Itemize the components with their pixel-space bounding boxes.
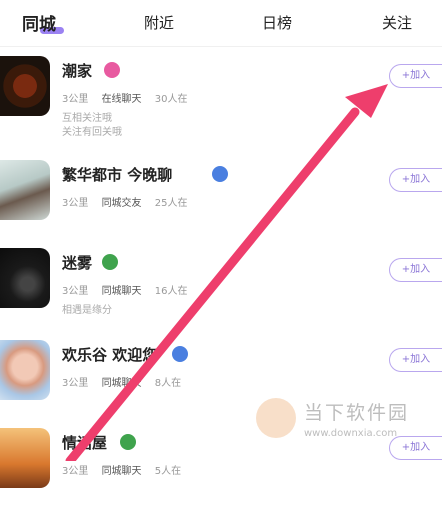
tab-tongcheng[interactable]: 同城 bbox=[22, 10, 56, 35]
group-tag: 同城聊天 bbox=[101, 286, 142, 297]
level-badge-icon bbox=[104, 62, 120, 78]
tab-follow[interactable]: 关注 bbox=[382, 12, 412, 33]
group-meta: 3公里 同城聊天 8人在 bbox=[62, 374, 181, 389]
tab-divider bbox=[0, 46, 442, 47]
avatar bbox=[0, 160, 50, 220]
group-meta: 3公里 同城聊天 5人在 bbox=[62, 462, 181, 477]
avatar bbox=[0, 248, 50, 308]
downxia-logo-icon bbox=[256, 398, 296, 438]
distance-text: 3公里 bbox=[62, 466, 89, 477]
group-name: 潮家 bbox=[62, 62, 93, 80]
group-list-item[interactable]: 迷雾 3公里 同城聊天 16人在 相遇是缘分 +加入 bbox=[0, 248, 442, 344]
avatar bbox=[0, 340, 50, 400]
member-count: 30人在 bbox=[154, 94, 188, 105]
group-tag: 同城聊天 bbox=[101, 466, 142, 477]
group-list-item[interactable]: 繁华都市 今晚聊 3公里 同城交友 25人在 +加入 bbox=[0, 160, 442, 256]
distance-text: 3公里 bbox=[62, 94, 89, 105]
top-tab-bar: 同城 附近 日榜 关注 bbox=[0, 0, 442, 46]
avatar bbox=[0, 56, 50, 116]
group-description: 相遇是缘分 bbox=[62, 305, 112, 316]
join-button[interactable]: +加入 bbox=[389, 258, 442, 282]
group-meta: 3公里 在线聊天 30人在 bbox=[62, 90, 187, 105]
level-badge-icon bbox=[172, 346, 188, 362]
group-meta: 3公里 同城聊天 16人在 bbox=[62, 282, 187, 297]
join-button[interactable]: +加入 bbox=[389, 348, 442, 372]
member-count: 25人在 bbox=[154, 198, 188, 209]
group-description-line-1: 互相关注哦 bbox=[62, 113, 112, 124]
tab-nearby[interactable]: 附近 bbox=[144, 12, 174, 33]
group-name: 情话屋 bbox=[62, 434, 108, 452]
group-tag: 同城交友 bbox=[101, 198, 142, 209]
watermark: 当下软件园 www.downxia.com bbox=[256, 392, 442, 461]
group-name: 迷雾 bbox=[62, 254, 93, 272]
join-button[interactable]: +加入 bbox=[389, 168, 442, 192]
group-tag: 同城聊天 bbox=[101, 378, 142, 389]
distance-text: 3公里 bbox=[62, 378, 89, 389]
group-description-line-2: 关注有回关哦 bbox=[62, 127, 122, 138]
distance-text: 3公里 bbox=[62, 286, 89, 297]
member-count: 8人在 bbox=[154, 378, 182, 389]
watermark-url: www.downxia.com bbox=[304, 428, 398, 439]
member-count: 5人在 bbox=[154, 466, 182, 477]
group-name: 欢乐谷 欢迎您 bbox=[62, 346, 158, 364]
level-badge-icon bbox=[120, 434, 136, 450]
group-list-item[interactable]: 潮家 3公里 在线聊天 30人在 互相关注哦 关注有回关哦 +加入 bbox=[0, 56, 442, 152]
watermark-title: 当下软件园 bbox=[304, 402, 410, 424]
group-description: 互相关注哦 关注有回关哦 bbox=[62, 112, 212, 140]
group-name: 繁华都市 今晚聊 bbox=[62, 166, 173, 184]
avatar bbox=[0, 428, 50, 488]
level-badge-icon bbox=[102, 254, 118, 270]
distance-text: 3公里 bbox=[62, 198, 89, 209]
group-meta: 3公里 同城交友 25人在 bbox=[62, 194, 187, 209]
tab-daily-rank[interactable]: 日榜 bbox=[262, 12, 292, 33]
member-count: 16人在 bbox=[154, 286, 188, 297]
join-button[interactable]: +加入 bbox=[389, 64, 442, 88]
level-badge-icon bbox=[212, 166, 228, 182]
group-tag: 在线聊天 bbox=[101, 94, 142, 105]
